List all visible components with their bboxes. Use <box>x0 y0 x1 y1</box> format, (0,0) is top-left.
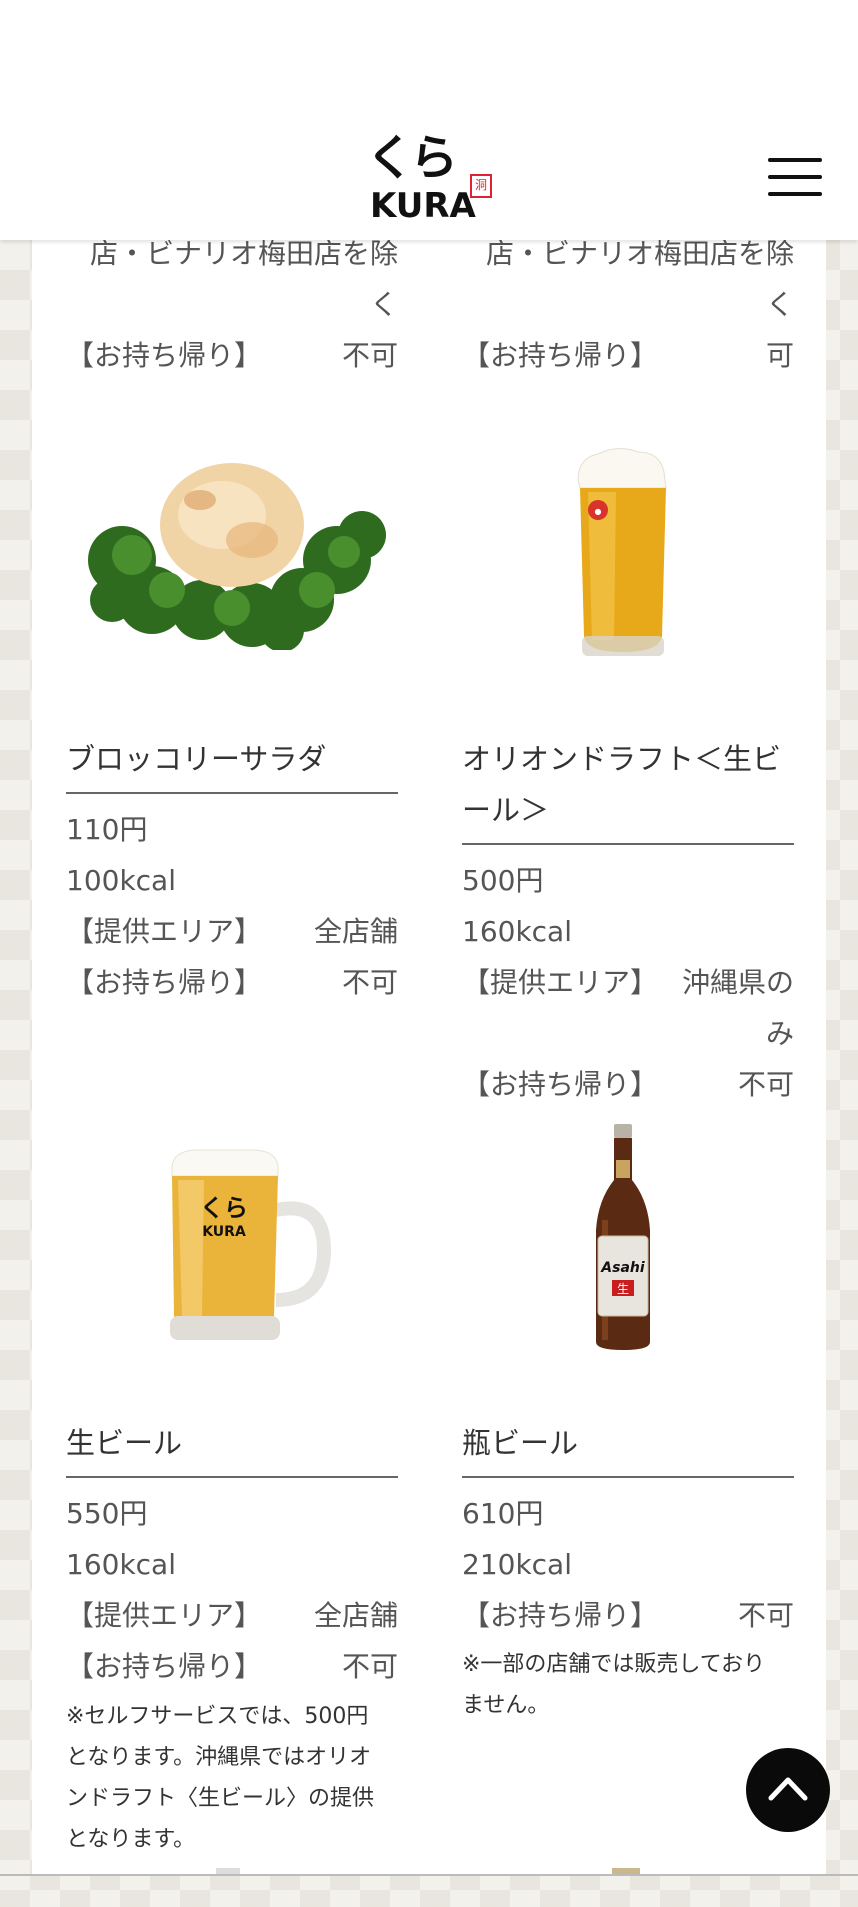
area-value: 全店舗 <box>313 1599 398 1632</box>
logo-en-text: KURA <box>370 186 476 226</box>
svg-text:●: ● <box>595 507 602 516</box>
orion-draft-image: ● <box>577 448 667 656</box>
item-price: 550円 <box>66 1497 148 1530</box>
note-line: ンドラフト〈生ビール〉の提供 <box>66 1786 375 1811</box>
hamburger-icon[interactable] <box>768 156 824 198</box>
takeout-label: 【お持ち帰り】 <box>462 339 659 372</box>
menu-item-draft-beer[interactable]: くら KURA 生ビール 550円 160kcal 【提供エリア】 全店舗 【お… <box>66 1120 398 1852</box>
item-kcal: 210kcal <box>462 1548 572 1581</box>
bottom-divider <box>0 1874 858 1876</box>
item-name-line1: オリオンドラフト＜生ビ <box>462 742 782 776</box>
bottle-label: Asahi <box>600 1260 645 1276</box>
takeout-value: 不可 <box>341 1650 398 1683</box>
note-line: ません。 <box>462 1693 550 1718</box>
area-text-end: く <box>765 288 794 321</box>
takeout-value: 不可 <box>737 1068 794 1101</box>
area-text-tail: 店・ビナリオ梅田店を除 <box>89 240 398 270</box>
logo-jp-text: くら <box>366 130 458 186</box>
menu-content: 店・ビナリオ梅田店を除 く 【お持ち帰り】 不可 店・ビナリオ梅田店を除 く 【… <box>32 240 826 1874</box>
item-name: 生ビール <box>66 1426 183 1460</box>
bottle-sub: 生 <box>617 1282 629 1296</box>
item-name: ブロッコリーサラダ <box>66 742 327 776</box>
takeout-value: 不可 <box>341 966 398 999</box>
area-value: 全店舗 <box>313 915 398 948</box>
takeout-label: 【お持ち帰り】 <box>66 339 263 372</box>
name-divider <box>66 1476 398 1478</box>
item-note: ※一部の店舗では販売しており ません。 <box>462 1644 794 1726</box>
area-text-tail: 店・ビナリオ梅田店を除 <box>485 240 794 270</box>
kura-beer-mug-image: くら KURA <box>170 1149 332 1340</box>
area-label: 【提供エリア】 <box>66 1599 263 1632</box>
takeout-label: 【お持ち帰り】 <box>66 966 263 999</box>
takeout-value: 不可 <box>737 1599 794 1632</box>
name-divider <box>462 1476 794 1478</box>
item-price: 110円 <box>66 813 148 846</box>
logo-seal: 洞 <box>470 174 492 198</box>
chevron-up-icon <box>768 1777 808 1801</box>
name-divider <box>462 843 794 845</box>
item-price: 610円 <box>462 1497 544 1530</box>
area-text-end: く <box>369 288 398 321</box>
takeout-label: 【お持ち帰り】 <box>462 1599 659 1632</box>
menu-item-bottle-beer[interactable]: Asahi 生 瓶ビール 610円 210kcal 【お持ち帰り】 不可 ※一部… <box>462 1120 794 1840</box>
mug-logo-jp: くら <box>200 1194 248 1222</box>
takeout-value: 可 <box>765 339 794 372</box>
asahi-bottle-image: Asahi 生 <box>596 1124 650 1350</box>
kura-logo[interactable]: くら KURA 洞 <box>366 130 492 226</box>
scroll-top-button[interactable] <box>746 1748 830 1832</box>
item-name: 瓶ビール <box>462 1426 579 1460</box>
item-price: 500円 <box>462 864 544 897</box>
takeout-label: 【お持ち帰り】 <box>462 1068 659 1101</box>
item-kcal: 160kcal <box>66 1548 176 1581</box>
note-line: となります。沖縄県ではオリオ <box>66 1745 372 1770</box>
note-line: ※セルフサービスでは、500円 <box>66 1704 369 1729</box>
menu-item-broccoli-salad[interactable]: ブロッコリーサラダ 110円 100kcal 【提供エリア】 全店舗 【お持ち帰… <box>66 440 398 1000</box>
item-kcal: 160kcal <box>462 915 572 948</box>
name-divider <box>66 792 398 794</box>
item-note: ※セルフサービスでは、500円 となります。沖縄県ではオリオ ンドラフト〈生ビー… <box>66 1696 398 1860</box>
area-label: 【提供エリア】 <box>66 915 263 948</box>
takeout-value: 不可 <box>341 339 398 372</box>
menu-item-orion-draft[interactable]: ● オリオンドラフト＜生ビ ール＞ 500円 160kcal 【提供エリア】 沖… <box>462 440 794 1101</box>
site-header: くら KURA 洞 <box>0 0 858 240</box>
item-kcal: 100kcal <box>66 864 176 897</box>
note-line: ※一部の店舗では販売しており <box>462 1652 766 1677</box>
note-line: となります。 <box>66 1827 196 1852</box>
area-label: 【提供エリア】 <box>462 966 659 999</box>
mug-logo-en: KURA <box>202 1224 246 1240</box>
takeout-label: 【お持ち帰り】 <box>66 1650 263 1683</box>
area-value-line1: 沖縄県の <box>681 966 794 999</box>
item-name-line2: ール＞ <box>462 793 550 827</box>
broccoli-salad-image <box>88 463 386 650</box>
area-value-line2: み <box>765 1017 794 1050</box>
